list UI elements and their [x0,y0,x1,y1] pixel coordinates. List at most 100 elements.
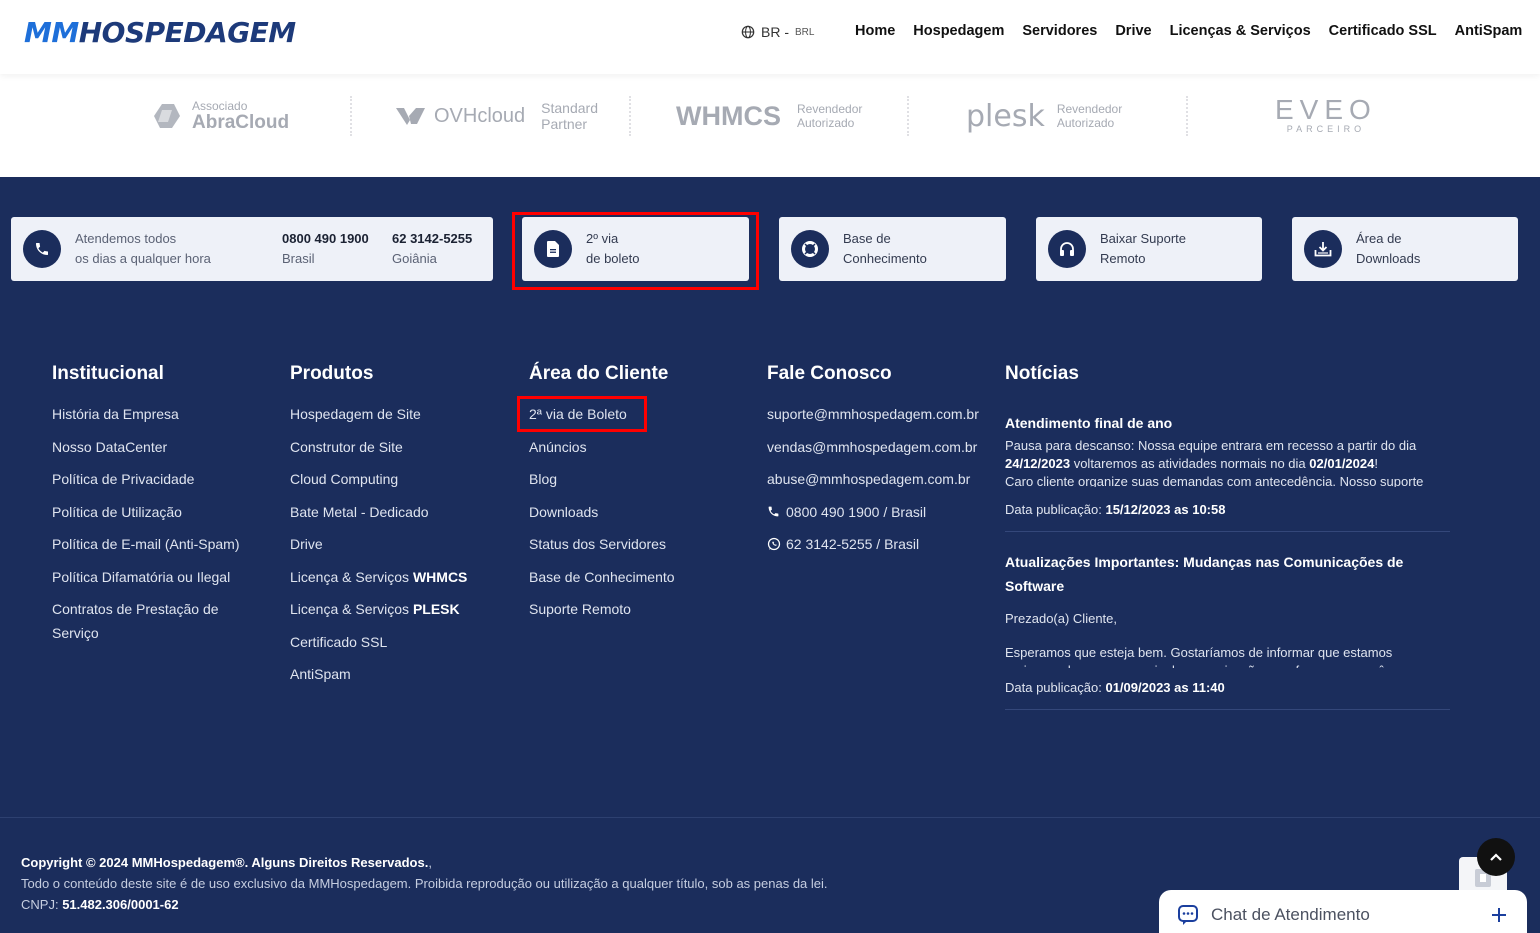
phone-brasil[interactable]: 0800 490 1900 Brasil [282,229,369,269]
nav-servidores[interactable]: Servidores [1022,23,1097,39]
footer-link[interactable]: Certificado SSL [290,633,510,666]
footer-link[interactable]: AntiSpam [290,665,510,698]
plesk-sub-1: Revendedor [1056,102,1123,116]
chat-widget[interactable]: Chat de Atendimento [1159,890,1527,933]
plesk-sub-2: Autorizado [1056,116,1115,130]
news-divider [1005,531,1450,532]
whmcs-name: WHMCS [676,100,781,131]
column-institucional: Institucional História da Empresa Nosso … [52,363,262,645]
phone-brasil-number: 0800 490 1900 [282,231,369,246]
whmcs-link-bold: WHMCS [412,568,468,585]
language-selector[interactable]: BR - BRL [741,24,814,40]
news-item-body: Pausa para descanso: Nossa equipe entrar… [1005,437,1450,487]
partner-divider [350,96,352,136]
footer-link[interactable]: Contratos de Prestação de Serviço [52,597,252,645]
logo-text: HOSPEDAGEM [78,16,296,49]
news-item[interactable]: Atualizações Importantes: Mudanças nas C… [1005,550,1450,710]
copyright-line-1: Copyright © 2024 MMHospedagem®. Alguns D… [21,855,429,870]
highlight-box-card [512,212,759,290]
footer-link[interactable]: Drive [290,535,510,568]
footer-link[interactable]: Construtor de Site [290,438,510,471]
copyright-line-1-end: , [428,855,432,870]
footer-link-plesk[interactable]: Licença & Serviços PLESK [290,600,510,633]
plesk-link-prefix: Licença & Serviços [290,601,410,617]
nav-home[interactable]: Home [855,23,895,39]
copyright-line-2: Todo o conteúdo deste site é de uso excl… [21,876,828,891]
downloads-line-1: Área de [1356,231,1402,246]
copyright: Copyright © 2024 MMHospedagem®. Alguns D… [21,852,828,915]
footer-link[interactable]: História da Empresa [52,405,262,438]
logo-mm: MM [24,16,79,49]
partner-abracloud: Associado AbraCloud [150,96,289,136]
footer-link[interactable]: Blog [529,470,749,503]
email-link[interactable]: suporte@mmhospedagem.com.br [767,405,1002,438]
downloads-line-2: Downloads [1356,251,1421,266]
email-link[interactable]: abuse@mmhospedagem.com.br [767,470,1002,503]
footer-link[interactable]: Hospedagem de Site [290,405,510,438]
footer-link[interactable]: Bate Metal - Dedicado [290,503,510,536]
partner-plesk: plesk Revendedor Autorizado [966,96,1122,136]
abracloud-logo-icon [154,104,180,128]
email-link[interactable]: vendas@mmhospedagem.com.br [767,438,1002,471]
column-produtos: Produtos Hospedagem de Site Construtor d… [290,363,510,698]
card-support-phones: Atendemos todos os dias a qualquer hora … [11,217,493,281]
remote-line-2: Remoto [1100,251,1146,266]
footer-link[interactable]: Base de Conhecimento [529,568,749,601]
footer-link[interactable]: Anúncios [529,438,749,471]
footer-link[interactable]: Cloud Computing [290,470,510,503]
news-text: Caro cliente organize suas demandas com … [1005,474,1424,487]
column-title-contato: Fale Conosco [767,363,892,384]
news-text: Pausa para descanso: Nossa equipe entrar… [1005,438,1417,453]
nav-licencas[interactable]: Licenças & Serviços [1170,23,1311,39]
site-logo[interactable]: MMHOSPEDAGEM [24,16,296,49]
ovh-tier-1: Standard [541,100,598,116]
footer-link[interactable]: Status dos Servidores [529,535,749,568]
phone-goiania-place: Goiânia [392,251,437,266]
news-divider [1005,709,1450,710]
footer-link[interactable]: Política Difamatória ou Ilegal [52,568,262,601]
back-to-top-button[interactable] [1477,838,1515,876]
site-header: MMHOSPEDAGEM BR - BRL Home Hospedagem Se… [0,0,1540,74]
card-area-downloads[interactable]: Área de Downloads [1292,217,1518,281]
abracloud-top: Associado [192,99,248,113]
news-date-b: 02/01/2024 [1309,456,1375,471]
footer-link[interactable]: Política de Privacidade [52,470,262,503]
footer-link[interactable]: Downloads [529,503,749,536]
site-footer: Atendemos todos os dias a qualquer hora … [0,177,1540,933]
phone-link[interactable]: 0800 490 1900 / Brasil [767,503,1002,536]
column-title-produtos: Produtos [290,363,374,384]
nav-drive[interactable]: Drive [1115,23,1151,39]
card-base-conhecimento[interactable]: Base de Conhecimento [779,217,1006,281]
whmcs-sub-2: Autorizado [796,116,855,130]
news-item[interactable]: Atendimento final de ano Pausa para desc… [1005,411,1450,532]
footer-link[interactable]: Nosso DataCenter [52,438,262,471]
headphones-icon [1048,230,1086,268]
news-date: Data publicação: 15/12/2023 as 10:58 [1005,502,1450,517]
phone-icon [768,506,779,516]
phone-icon [23,230,61,268]
phone-brasil-place: Brasil [282,251,315,266]
partner-eveo: EVEO PARCEIRO [1275,96,1377,136]
card-suporte-remoto[interactable]: Baixar Suporte Remoto [1036,217,1262,281]
download-icon [1304,230,1342,268]
cnpj-value: 51.482.306/0001-62 [62,897,179,912]
whatsapp-link[interactable]: 62 3142-5255 / Brasil [767,535,1002,568]
currency-label: BRL [795,26,815,38]
footer-link[interactable]: Suporte Remoto [529,600,749,633]
remote-line-1: Baixar Suporte [1100,231,1186,246]
nav-hospedagem[interactable]: Hospedagem [913,23,1004,39]
footer-link[interactable]: Política de E-mail (Anti-Spam) [52,535,262,568]
plus-icon[interactable] [1491,907,1507,923]
news-item-title[interactable]: Atendimento final de ano [1005,411,1450,435]
abracloud-name: AbraCloud [192,112,290,133]
support-line-1: Atendemos todos [75,231,177,246]
partner-whmcs: WHMCS Revendedor Autorizado [676,96,862,136]
nav-antispam[interactable]: AntiSpam [1455,23,1523,39]
whmcs-sub-1: Revendedor [796,102,863,116]
nav-ssl[interactable]: Certificado SSL [1329,23,1437,39]
footer-link[interactable]: Política de Utilização [52,503,262,536]
phone-goiania[interactable]: 62 3142-5255 Goiânia [392,229,472,269]
phone-text: 0800 490 1900 / Brasil [786,503,927,520]
footer-link-whmcs[interactable]: Licença & Serviços WHMCS [290,568,510,601]
news-item-title[interactable]: Atualizações Importantes: Mudanças nas C… [1005,550,1450,598]
